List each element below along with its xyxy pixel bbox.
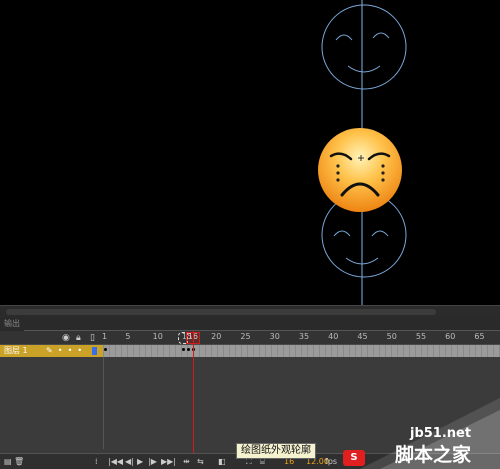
delete-layer-icon[interactable]: 🗑︎ (14, 456, 24, 468)
tooltip-onion-skin-outlines: 绘图纸外观轮廓 (236, 443, 316, 459)
frame-ruler[interactable]: 1510152025303540455055606516 (102, 331, 500, 345)
timeline-header: ◉ 🔒︎ ▯ 1510152025303540455055606516 (0, 331, 500, 345)
ruler-tick-label: 60 (445, 332, 456, 341)
first-frame-icon[interactable]: |◀◀ (108, 456, 123, 468)
fps-unit: fps (325, 457, 338, 466)
new-layer-icon[interactable]: ▤ (4, 456, 12, 468)
next-frame-icon[interactable]: |▶ (148, 456, 157, 468)
ruler-tick-label: 5 (125, 332, 131, 341)
play-icon[interactable]: ▶ (137, 456, 143, 468)
ruler-tick-label: 10 (152, 332, 163, 341)
watermark-url: jb51.net (410, 426, 472, 441)
tab-output[interactable]: 输出 (0, 317, 24, 331)
last-frame-icon[interactable]: ▶▶| (161, 456, 176, 468)
ruler-tick-label: 65 (474, 332, 485, 341)
stage[interactable] (0, 0, 500, 305)
ruler-tick-label: 25 (240, 332, 251, 341)
panel-tabbar: 输出 (0, 317, 500, 331)
keyframe[interactable] (182, 348, 185, 351)
playhead-line (193, 331, 194, 469)
layer-row[interactable]: 图层 1 ✎ • • • (0, 345, 103, 357)
onion-face-previous (321, 4, 407, 90)
ruler-tick-label: 30 (269, 332, 280, 341)
ruler-tick-label: 20 (211, 332, 222, 341)
watermark-logo: S (343, 450, 365, 466)
loop-icon[interactable]: ⇆ (197, 456, 204, 468)
layer-frames[interactable] (103, 345, 500, 357)
crying-face (318, 128, 402, 212)
ruler-tick-label: 45 (357, 332, 368, 341)
outline-icon[interactable]: ▯ (90, 333, 95, 343)
layer-outline-color[interactable] (92, 347, 97, 355)
layer-visibility-dots[interactable]: ✎ • • • (46, 345, 82, 357)
center-frame-icon[interactable]: ⇹ (183, 456, 190, 468)
keyframe[interactable] (104, 348, 107, 351)
eye-icon[interactable]: ◉ (62, 333, 70, 343)
stage-canvas (318, 0, 407, 305)
horizontal-scrollbar[interactable] (6, 309, 436, 315)
panel-grip-icon: ⁞ (95, 457, 98, 466)
layer-name[interactable]: 图层 1 (4, 345, 28, 357)
keyframe[interactable] (187, 348, 190, 351)
prev-frame-icon[interactable]: ◀| (125, 456, 134, 468)
ruler-tick-label: 40 (328, 332, 339, 341)
stage-scrollbar-area (0, 305, 500, 317)
ruler-tick-label: 55 (415, 332, 427, 341)
ruler-tick-label: 50 (386, 332, 397, 341)
ruler-tick-label: 1 (102, 332, 108, 341)
onion-skin-icon[interactable]: ◧ (218, 456, 226, 468)
watermark-text: 脚本之家 (395, 444, 472, 466)
ruler-tick-label: 35 (298, 332, 310, 341)
lock-icon[interactable]: 🔒︎ (76, 333, 81, 343)
